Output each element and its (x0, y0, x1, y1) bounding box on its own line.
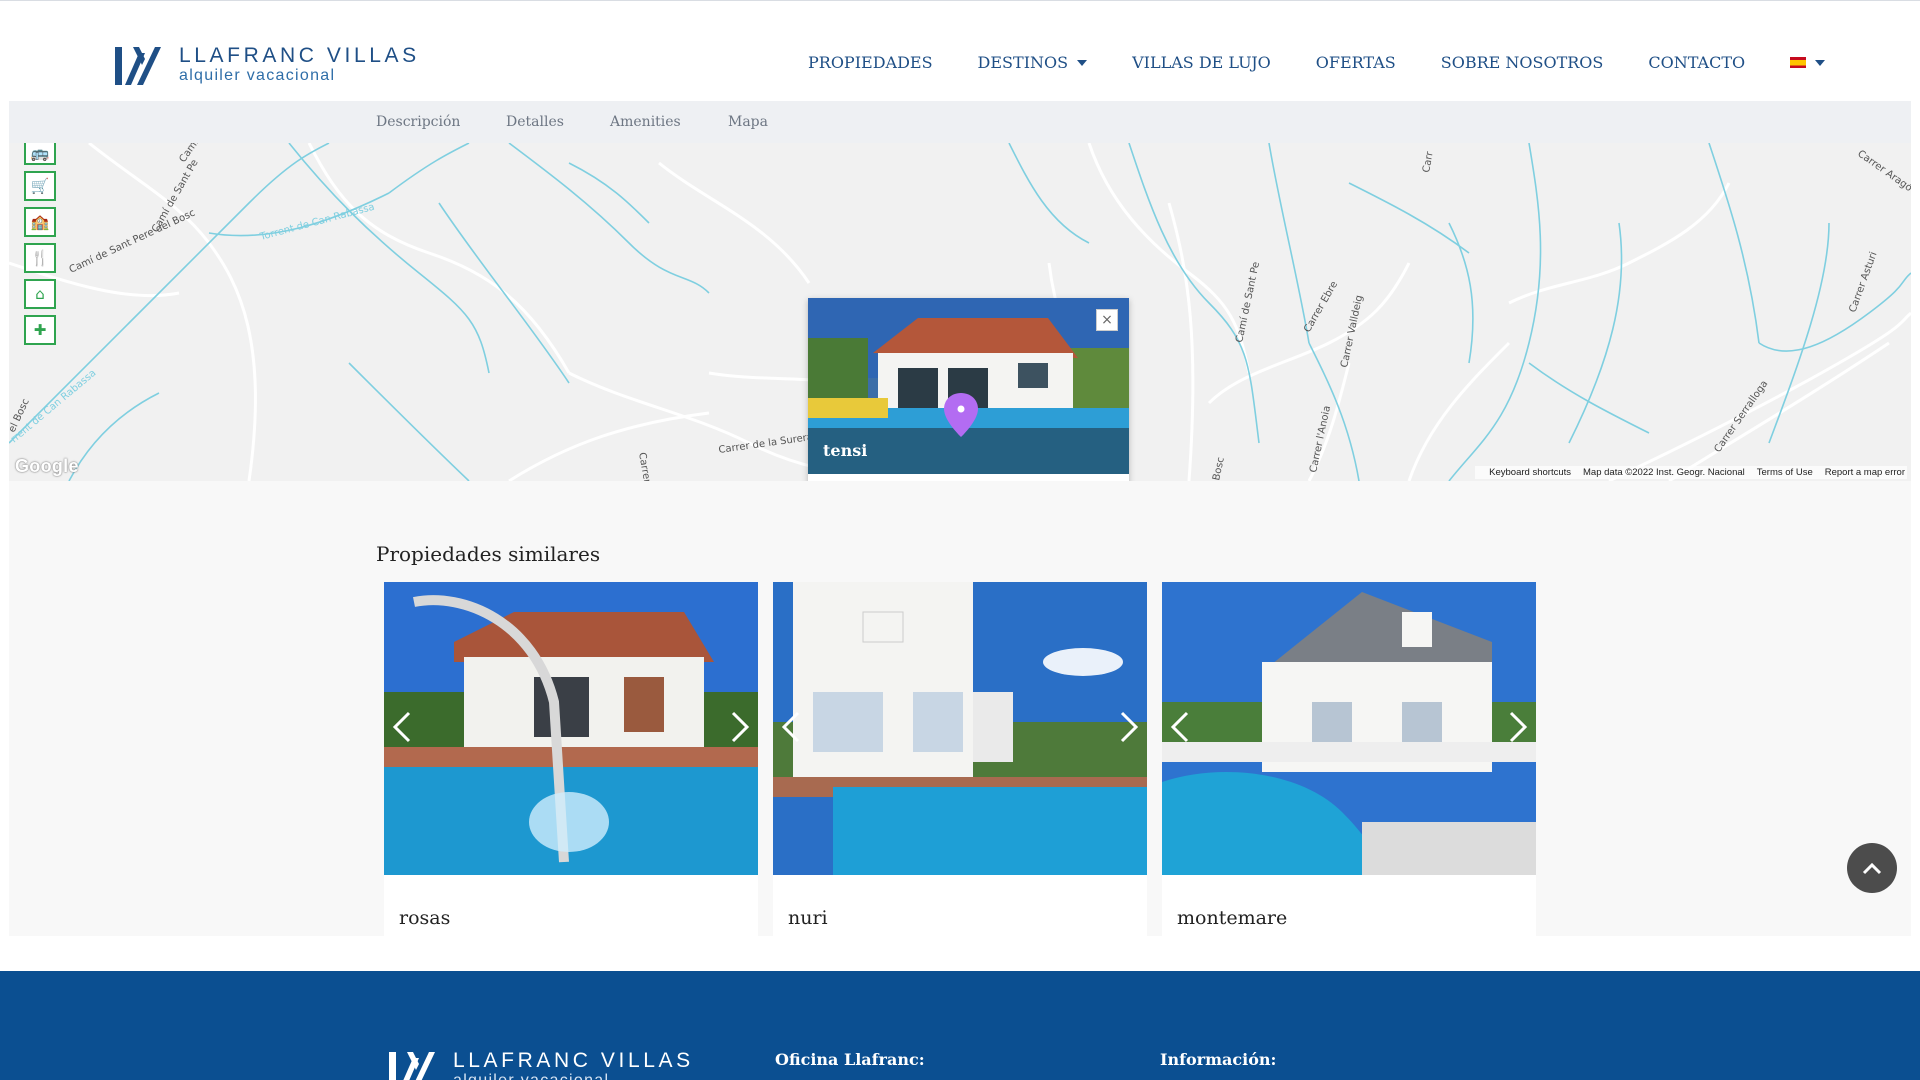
tab-amenities[interactable]: Amenities (610, 114, 681, 130)
school-icon[interactable]: 🏫 (24, 207, 56, 237)
property-card[interactable]: rosas (384, 582, 758, 936)
chevron-down-icon (1815, 59, 1826, 66)
svg-text:Carrer l'Anoia: Carrer l'Anoia (1308, 405, 1333, 474)
logo-text: LLAFRANC VILLAS alquiler vacacional (179, 45, 420, 85)
logo-title: LLAFRANC VILLAS (179, 44, 420, 67)
map-data-text: Map data ©2022 Inst. Geogr. Nacional (1583, 467, 1745, 478)
close-icon[interactable]: × (1096, 309, 1118, 331)
nav-label: OFERTAS (1315, 53, 1396, 72)
property-card-photo[interactable] (384, 582, 758, 875)
svg-text:Carr: Carr (1421, 150, 1436, 174)
map-poi-filters: 🚌 🛒 🏫 🍴 ⌂ ✚ (24, 143, 56, 351)
brand-logo[interactable]: LLAFRANC VILLAS alquiler vacacional (115, 45, 420, 87)
hospital-icon[interactable]: ✚ (24, 315, 56, 345)
map-attribution: Keyboard shortcuts Map data ©2022 Inst. … (1475, 466, 1907, 479)
keyboard-shortcuts-link[interactable]: Keyboard shortcuts (1489, 467, 1571, 478)
property-card-image (384, 582, 758, 875)
nav-label: SOBRE NOSOTROS (1440, 53, 1604, 72)
nav-label: PROPIEDADES (808, 53, 933, 72)
property-card-image (773, 582, 1147, 875)
svg-text:Camí de Sant Pe: Camí de Sant Pe (1233, 261, 1262, 344)
svg-text:Carrer Aragó: Carrer Aragó (1855, 148, 1911, 195)
tab-detalles[interactable]: Detalles (506, 114, 564, 130)
location-map[interactable]: Camí de Sant Pere del Bosc Camí de Sant … (9, 143, 1911, 481)
tab-descripcion[interactable]: Descripción (376, 114, 460, 130)
bus-icon[interactable]: 🚌 (24, 143, 56, 165)
nav-ofertas[interactable]: OFERTAS (1316, 53, 1396, 72)
chevron-left-icon[interactable] (389, 707, 415, 747)
chevron-right-icon[interactable] (727, 707, 753, 747)
similar-properties-section: Propiedades similares rosas nuri montema… (9, 481, 1911, 936)
svg-text:Carrer Ebre: Carrer Ebre (1302, 280, 1340, 335)
footer-logo-tagline: alquiler vacacional (453, 1072, 694, 1080)
section-title: Propiedades similares (376, 542, 601, 566)
footer-office-heading: Oficina Llafranc: (775, 1050, 925, 1069)
footer-logo-title: LLAFRANC VILLAS (453, 1049, 694, 1072)
terms-of-use-link[interactable]: Terms of Use (1757, 467, 1813, 478)
chevron-right-icon[interactable] (1505, 707, 1531, 747)
property-card-name[interactable]: nuri (788, 907, 828, 929)
property-card[interactable]: nuri (773, 582, 1147, 936)
restaurant-icon[interactable]: 🍴 (24, 243, 56, 273)
property-card-name[interactable]: montemare (1177, 907, 1287, 929)
logo-mark-icon (115, 47, 161, 85)
footer-logo[interactable]: LLAFRANC VILLAS alquiler vacacional (389, 1050, 694, 1080)
site-footer: LLAFRANC VILLAS alquiler vacacional Ofic… (0, 971, 1920, 1080)
main-nav: PROPIEDADES DESTINOS VILLAS DE LUJO OFER… (808, 53, 1870, 72)
property-card-image (1162, 582, 1536, 875)
nav-contacto[interactable]: CONTACTO (1648, 53, 1745, 72)
svg-text:Carrer Asturi: Carrer Asturi (1847, 251, 1879, 315)
property-card[interactable]: montemare (1162, 582, 1536, 936)
nav-label: DESTINOS (977, 53, 1069, 72)
nav-villas-de-lujo[interactable]: VILLAS DE LUJO (1132, 53, 1271, 72)
nav-label: VILLAS DE LUJO (1132, 53, 1271, 72)
svg-text:Carrer Serralloga: Carrer Serralloga (1712, 379, 1770, 455)
home-icon[interactable]: ⌂ (24, 279, 56, 309)
report-map-error-link[interactable]: Report a map error (1825, 467, 1905, 478)
site-header: LLAFRANC VILLAS alquiler vacacional PROP… (0, 1, 1920, 101)
property-card-photo[interactable] (773, 582, 1147, 875)
chevron-left-icon[interactable] (1167, 707, 1193, 747)
property-section-tabs: Descripción Detalles Amenities Mapa (9, 101, 1911, 143)
svg-text:Torrent de Can Rabassa: Torrent de Can Rabassa (258, 202, 376, 243)
property-photo[interactable]: tensi (808, 298, 1129, 474)
chevron-down-icon (1077, 59, 1088, 66)
chevron-up-icon (1862, 862, 1882, 875)
logo-mark-icon (389, 1052, 435, 1080)
chevron-right-icon[interactable] (1116, 707, 1142, 747)
property-card-name[interactable]: rosas (399, 907, 450, 929)
footer-info-heading: Información: (1160, 1050, 1277, 1069)
language-selector[interactable] (1790, 57, 1826, 68)
map-info-window[interactable]: tensi × Villa 🛏 5 👤 10 (808, 298, 1129, 481)
property-card-photo[interactable] (1162, 582, 1536, 875)
chevron-left-icon[interactable] (778, 707, 804, 747)
spain-flag-icon (1790, 57, 1807, 68)
svg-text:Camí de Sant Pere del Bosc: Camí de Sant Pere del Bosc (67, 207, 197, 276)
nav-sobre-nosotros[interactable]: SOBRE NOSOTROS (1441, 53, 1604, 72)
logo-tagline: alquiler vacacional (179, 67, 336, 84)
google-logo: Google (15, 456, 79, 476)
nav-propiedades[interactable]: PROPIEDADES (808, 53, 933, 72)
svg-text:Bosc: Bosc (1211, 456, 1227, 481)
nav-label: CONTACTO (1648, 53, 1746, 72)
tab-mapa[interactable]: Mapa (728, 114, 768, 130)
popup-property-name[interactable]: tensi (823, 441, 867, 460)
svg-text:Carrer Polanc: Carrer Polanc (636, 452, 658, 481)
nav-destinos[interactable]: DESTINOS (978, 53, 1088, 72)
map-pin-icon[interactable] (941, 391, 981, 439)
scroll-to-top-button[interactable] (1847, 843, 1897, 893)
svg-text:Carrer Valldeig: Carrer Valldeig (1339, 294, 1365, 368)
shopping-cart-icon[interactable]: 🛒 (24, 171, 56, 201)
